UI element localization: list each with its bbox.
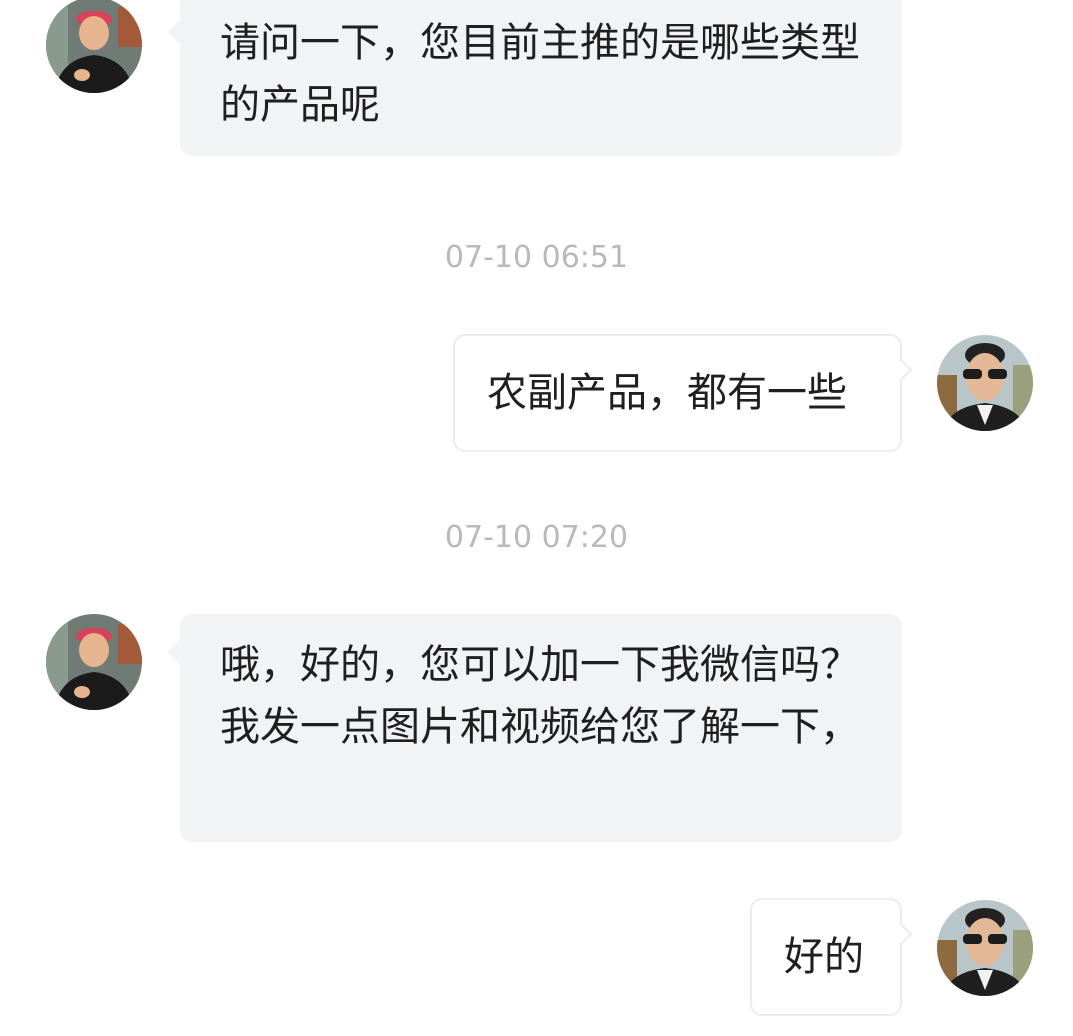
- message-timestamp: 07-10 07:20: [444, 520, 629, 555]
- avatar-man-sunglasses-icon: [937, 335, 1033, 431]
- message-text: 好的: [784, 934, 864, 980]
- message-timestamp: 07-10 06:51: [444, 240, 629, 275]
- avatar-man-red-cap-icon: [46, 614, 142, 710]
- bubble-tail: [167, 20, 180, 44]
- contact-avatar[interactable]: [46, 0, 142, 93]
- message-text: 请问一下，您目前主推的是哪些类型的产品呢: [220, 20, 860, 128]
- contact-avatar[interactable]: [46, 614, 142, 710]
- message-text: 农副产品，都有一些: [487, 370, 847, 416]
- self-avatar[interactable]: [937, 900, 1033, 996]
- avatar-man-red-cap-icon: [46, 0, 142, 93]
- message-bubble-outgoing[interactable]: 好的: [750, 898, 902, 1016]
- self-avatar[interactable]: [937, 335, 1033, 431]
- message-bubble-outgoing[interactable]: 农副产品，都有一些: [453, 334, 902, 452]
- avatar-man-sunglasses-icon: [937, 900, 1033, 996]
- message-text: 哦，好的，您可以加一下我微信吗？我发一点图片和视频给您了解一下，: [220, 642, 860, 750]
- message-bubble-incoming[interactable]: 请问一下，您目前主推的是哪些类型的产品呢: [180, 0, 902, 156]
- message-bubble-incoming[interactable]: 哦，好的，您可以加一下我微信吗？我发一点图片和视频给您了解一下，: [180, 614, 902, 842]
- bubble-tail: [167, 640, 180, 664]
